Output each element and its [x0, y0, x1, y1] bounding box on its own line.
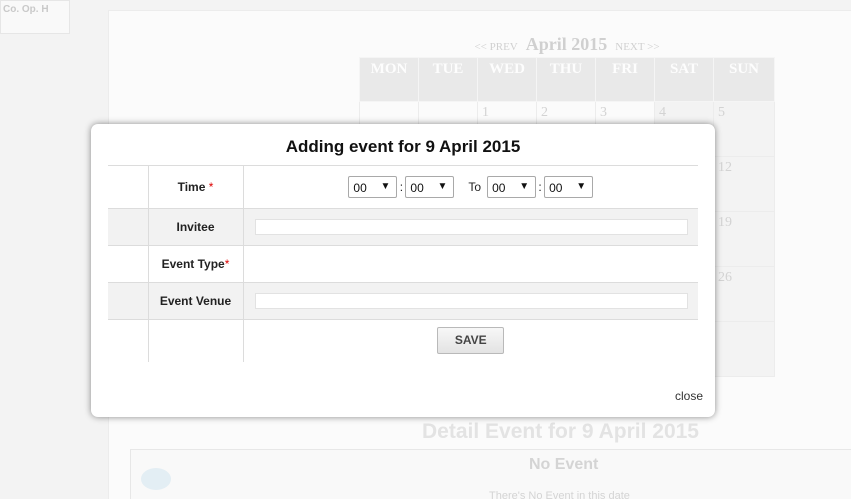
dropdown-arrow-icon: ▼: [576, 181, 587, 192]
row-spacer: [148, 319, 244, 362]
end-minute-value: 00: [549, 181, 563, 195]
dropdown-arrow-icon: ▼: [437, 181, 448, 192]
dropdown-arrow-icon: ▼: [519, 181, 530, 192]
save-button[interactable]: SAVE: [437, 327, 505, 354]
invitee-label: Invitee: [148, 208, 244, 246]
event-type-label: Event Type*: [148, 245, 244, 283]
weekday-header: SAT: [654, 57, 714, 102]
no-event-title: No Event: [529, 456, 599, 473]
end-hour-select[interactable]: 00 ▼: [487, 176, 537, 198]
weekday-header: SUN: [713, 57, 775, 102]
start-hour-value: 00: [353, 181, 367, 195]
time-label-text: Time: [177, 180, 206, 194]
weekday-header: FRI: [595, 57, 655, 102]
prev-month-link[interactable]: << PREV: [474, 41, 517, 53]
weekday-header: THU: [536, 57, 596, 102]
event-type-cell: [243, 246, 698, 283]
detail-event-title: Detail Event for 9 April 2015: [422, 420, 699, 443]
row-spacer: [108, 282, 149, 320]
weekday-header: TUE: [418, 57, 478, 102]
invitee-input[interactable]: [254, 219, 688, 235]
save-cell: SAVE: [243, 320, 698, 362]
calendar-day[interactable]: 19: [713, 211, 775, 267]
end-hour-value: 00: [492, 181, 506, 195]
calendar-day[interactable]: 26: [713, 266, 775, 322]
invitee-cell: [243, 208, 698, 246]
dropdown-arrow-icon: ▼: [380, 181, 391, 192]
event-venue-cell: [243, 282, 698, 320]
time-label: Time *: [148, 165, 244, 209]
calendar-day[interactable]: 5: [713, 101, 775, 157]
row-spacer: [108, 245, 149, 283]
time-range: 00 ▼ : 00 ▼ To 00 ▼ : 00 ▼: [243, 166, 698, 209]
calendar-day[interactable]: 12: [713, 156, 775, 212]
add-event-form: Time * 00 ▼ : 00 ▼ To 00 ▼ : 00 ▼ Invite…: [108, 165, 698, 362]
add-event-dialog: Adding event for 9 April 2015 Time * 00 …: [91, 124, 715, 417]
detail-event-box: No Event There's No Event in this date: [130, 449, 851, 499]
event-type-label-text: Event Type: [161, 257, 225, 271]
calendar-nav: << PREV April 2015 NEXT >>: [360, 34, 774, 55]
start-minute-value: 00: [410, 181, 424, 195]
row-spacer: [108, 319, 149, 362]
row-spacer: [108, 208, 149, 246]
next-month-link[interactable]: NEXT >>: [615, 41, 659, 53]
required-mark: *: [208, 180, 214, 194]
no-event-subtitle: There's No Event in this date: [489, 490, 630, 499]
event-venue-input[interactable]: [254, 293, 688, 309]
end-minute-select[interactable]: 00 ▼: [544, 176, 594, 198]
required-mark: *: [224, 257, 230, 271]
page: Co. Op. H << PREV April 2015 NEXT >> MON…: [0, 0, 851, 499]
sidebar-tag: Co. Op. H: [0, 0, 70, 34]
calendar-day[interactable]: [713, 321, 775, 377]
start-minute-select[interactable]: 00 ▼: [405, 176, 455, 198]
dialog-title: Adding event for 9 April 2015: [285, 137, 521, 156]
calendar-month-title: April 2015: [525, 34, 608, 54]
row-spacer: [108, 165, 149, 209]
time-separator: :: [399, 180, 404, 194]
weekday-header: WED: [477, 57, 537, 102]
weekday-header: MON: [359, 57, 419, 102]
chat-bubble-icon: [141, 468, 171, 490]
event-venue-label: Event Venue: [148, 282, 244, 320]
to-label: To: [468, 180, 482, 194]
sidebar-tag-text: Co. Op. H: [3, 4, 49, 15]
close-link[interactable]: close: [675, 389, 703, 403]
time-separator: :: [538, 180, 542, 194]
start-hour-select[interactable]: 00 ▼: [348, 176, 398, 198]
